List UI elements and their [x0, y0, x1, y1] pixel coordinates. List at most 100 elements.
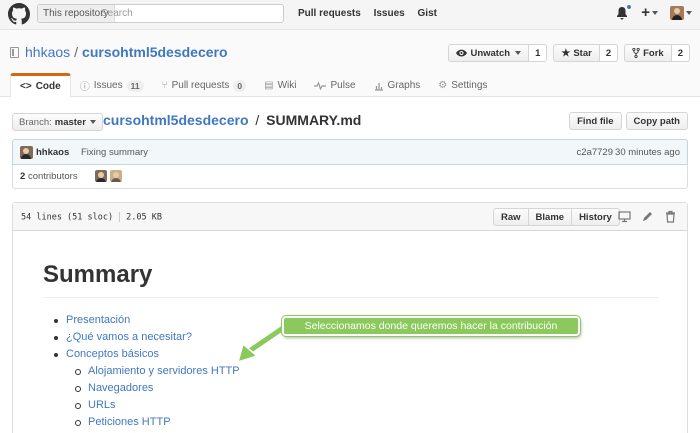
breadcrumb: cursohtml5desdecero / SUMMARY.md: [103, 112, 361, 128]
notification-dot: [626, 4, 633, 10]
commit-sha-link[interactable]: c2a7729: [577, 147, 613, 158]
search-box[interactable]: This repository: [37, 4, 284, 23]
commit-author-link[interactable]: hhkaos: [36, 147, 69, 158]
tab-graphs-label: Graphs: [387, 80, 421, 91]
trash-icon[interactable]: [664, 210, 677, 223]
pull-request-icon: ⑂: [161, 80, 168, 91]
fork-action: Fork 2: [624, 44, 690, 62]
repo-actions: Unwatch 1 ★ Star 2 Fork 2: [448, 44, 690, 62]
plus-icon: +: [641, 4, 650, 21]
breadcrumb-file-name: SUMMARY.md: [266, 112, 362, 128]
file-info-divider: [119, 212, 121, 222]
file-lines: 54 lines (51 sloc): [21, 212, 114, 223]
tab-code-label: Code: [35, 81, 61, 92]
history-button[interactable]: History: [571, 208, 620, 226]
tab-issues[interactable]: ⓘ Issues 11: [71, 73, 153, 98]
tab-pulse-label: Pulse: [330, 80, 356, 91]
star-action: ★ Star 2: [553, 44, 619, 62]
file-tool-icons: [618, 210, 677, 223]
tab-issues-label: Issues: [93, 80, 123, 91]
chevron-down-icon: [515, 51, 522, 55]
repo-title-separator: /: [74, 44, 79, 60]
eye-icon: [456, 49, 468, 57]
commit-tease: hhkaos Fixing summary c2a7729 30 minutes…: [12, 139, 688, 165]
raw-button[interactable]: Raw: [493, 208, 529, 226]
find-file-button[interactable]: Find file: [569, 112, 622, 130]
notifications-bell-icon[interactable]: [615, 4, 633, 20]
repo-icon: [10, 46, 19, 58]
create-new-menu[interactable]: +: [641, 4, 658, 21]
book-icon: ▤: [264, 80, 274, 91]
markdown-body: Summary Presentación ¿Qué vamos a necesi…: [43, 261, 659, 431]
graph-icon: [374, 82, 383, 91]
tab-graphs[interactable]: Graphs: [365, 73, 430, 98]
avatar[interactable]: [95, 170, 107, 182]
nav-pull-requests[interactable]: Pull requests: [298, 8, 361, 19]
desktop-icon[interactable]: [618, 210, 631, 223]
summary-sublink[interactable]: Navegadores: [88, 382, 153, 394]
tab-settings-label: Settings: [451, 80, 488, 91]
star-button[interactable]: ★ Star: [553, 44, 600, 62]
pulse-icon: [314, 81, 327, 90]
list-item: Alojamiento y servidores HTTP: [43, 363, 659, 380]
branch-name: master: [54, 116, 86, 128]
github-logo-icon[interactable]: [8, 3, 30, 25]
issues-count-badge: 11: [126, 79, 144, 92]
repo-header: hhkaos / cursohtml5desdecero Unwatch 1 ★…: [0, 30, 700, 98]
unwatch-label: Unwatch: [470, 47, 511, 59]
summary-sublist: Alojamiento y servidores HTTP Navegadore…: [43, 363, 659, 431]
forks-count[interactable]: 2: [671, 44, 690, 62]
tab-pulse[interactable]: Pulse: [305, 73, 364, 98]
chevron-down-icon: [89, 120, 96, 124]
tab-pull-requests[interactable]: ⑂ Pull requests 0: [153, 73, 256, 98]
avatar: [670, 6, 684, 20]
summary-sublink[interactable]: Alojamiento y servidores HTTP: [88, 365, 240, 377]
tab-settings[interactable]: ⚙ Settings: [429, 73, 496, 98]
contributors-summary[interactable]: 2 contributors: [20, 171, 78, 182]
tab-pull-requests-label: Pull requests: [171, 80, 230, 91]
file-actions-group: Raw Blame History: [493, 208, 620, 226]
repo-tabs: <> Code ⓘ Issues 11 ⑂ Pull requests 0 ▤ …: [10, 73, 496, 98]
watchers-count[interactable]: 1: [529, 44, 548, 62]
stargazers-count[interactable]: 2: [599, 44, 619, 62]
tab-wiki-label: Wiki: [277, 80, 297, 91]
tab-code[interactable]: <> Code: [10, 73, 71, 98]
list-item: Peticiones HTTP: [43, 414, 659, 431]
code-icon: <>: [20, 81, 32, 92]
unwatch-button[interactable]: Unwatch: [448, 44, 530, 62]
nav-gist[interactable]: Gist: [418, 8, 437, 19]
summary-sublink[interactable]: URLs: [88, 399, 116, 411]
commit-message-link[interactable]: Fixing summary: [81, 147, 148, 158]
pencil-icon[interactable]: [641, 210, 654, 223]
summary-link[interactable]: Presentación: [66, 314, 130, 326]
breadcrumb-repo-link[interactable]: cursohtml5desdecero: [103, 112, 249, 128]
repo-title: hhkaos / cursohtml5desdecero: [10, 44, 228, 60]
chevron-down-icon: [686, 11, 692, 15]
file-info: 54 lines (51 sloc) 2.05 KB: [21, 212, 162, 223]
avatar[interactable]: [20, 146, 33, 159]
fork-button[interactable]: Fork: [624, 44, 672, 62]
copy-path-button[interactable]: Copy path: [625, 112, 688, 130]
file-nav-buttons: Find file Copy path: [569, 112, 688, 130]
fork-icon: [632, 48, 640, 58]
summary-sublink[interactable]: Peticiones HTTP: [88, 416, 171, 428]
branch-prefix: Branch:: [19, 116, 52, 128]
nav-issues[interactable]: Issues: [374, 8, 405, 19]
avatar[interactable]: [110, 170, 122, 182]
contributors-bar: 2 contributors: [12, 165, 688, 189]
repo-owner-link[interactable]: hhkaos: [25, 44, 70, 60]
summary-link[interactable]: ¿Qué vamos a necesitar?: [66, 331, 192, 343]
commit-time: 30 minutes ago: [615, 147, 680, 158]
summary-link[interactable]: Conceptos básicos: [66, 348, 159, 360]
gear-icon: ⚙: [438, 80, 448, 91]
branch-select[interactable]: Branch: master: [12, 113, 103, 131]
markdown-heading: Summary: [43, 261, 659, 298]
user-menu[interactable]: [670, 6, 692, 20]
star-icon: ★: [561, 47, 571, 59]
tab-wiki[interactable]: ▤ Wiki: [255, 73, 305, 98]
blame-button[interactable]: Blame: [527, 208, 573, 226]
search-input[interactable]: [101, 6, 279, 21]
repo-name-link[interactable]: cursohtml5desdecero: [82, 44, 228, 60]
contributors-count: 2: [20, 171, 26, 182]
header-user-controls: +: [615, 4, 692, 21]
